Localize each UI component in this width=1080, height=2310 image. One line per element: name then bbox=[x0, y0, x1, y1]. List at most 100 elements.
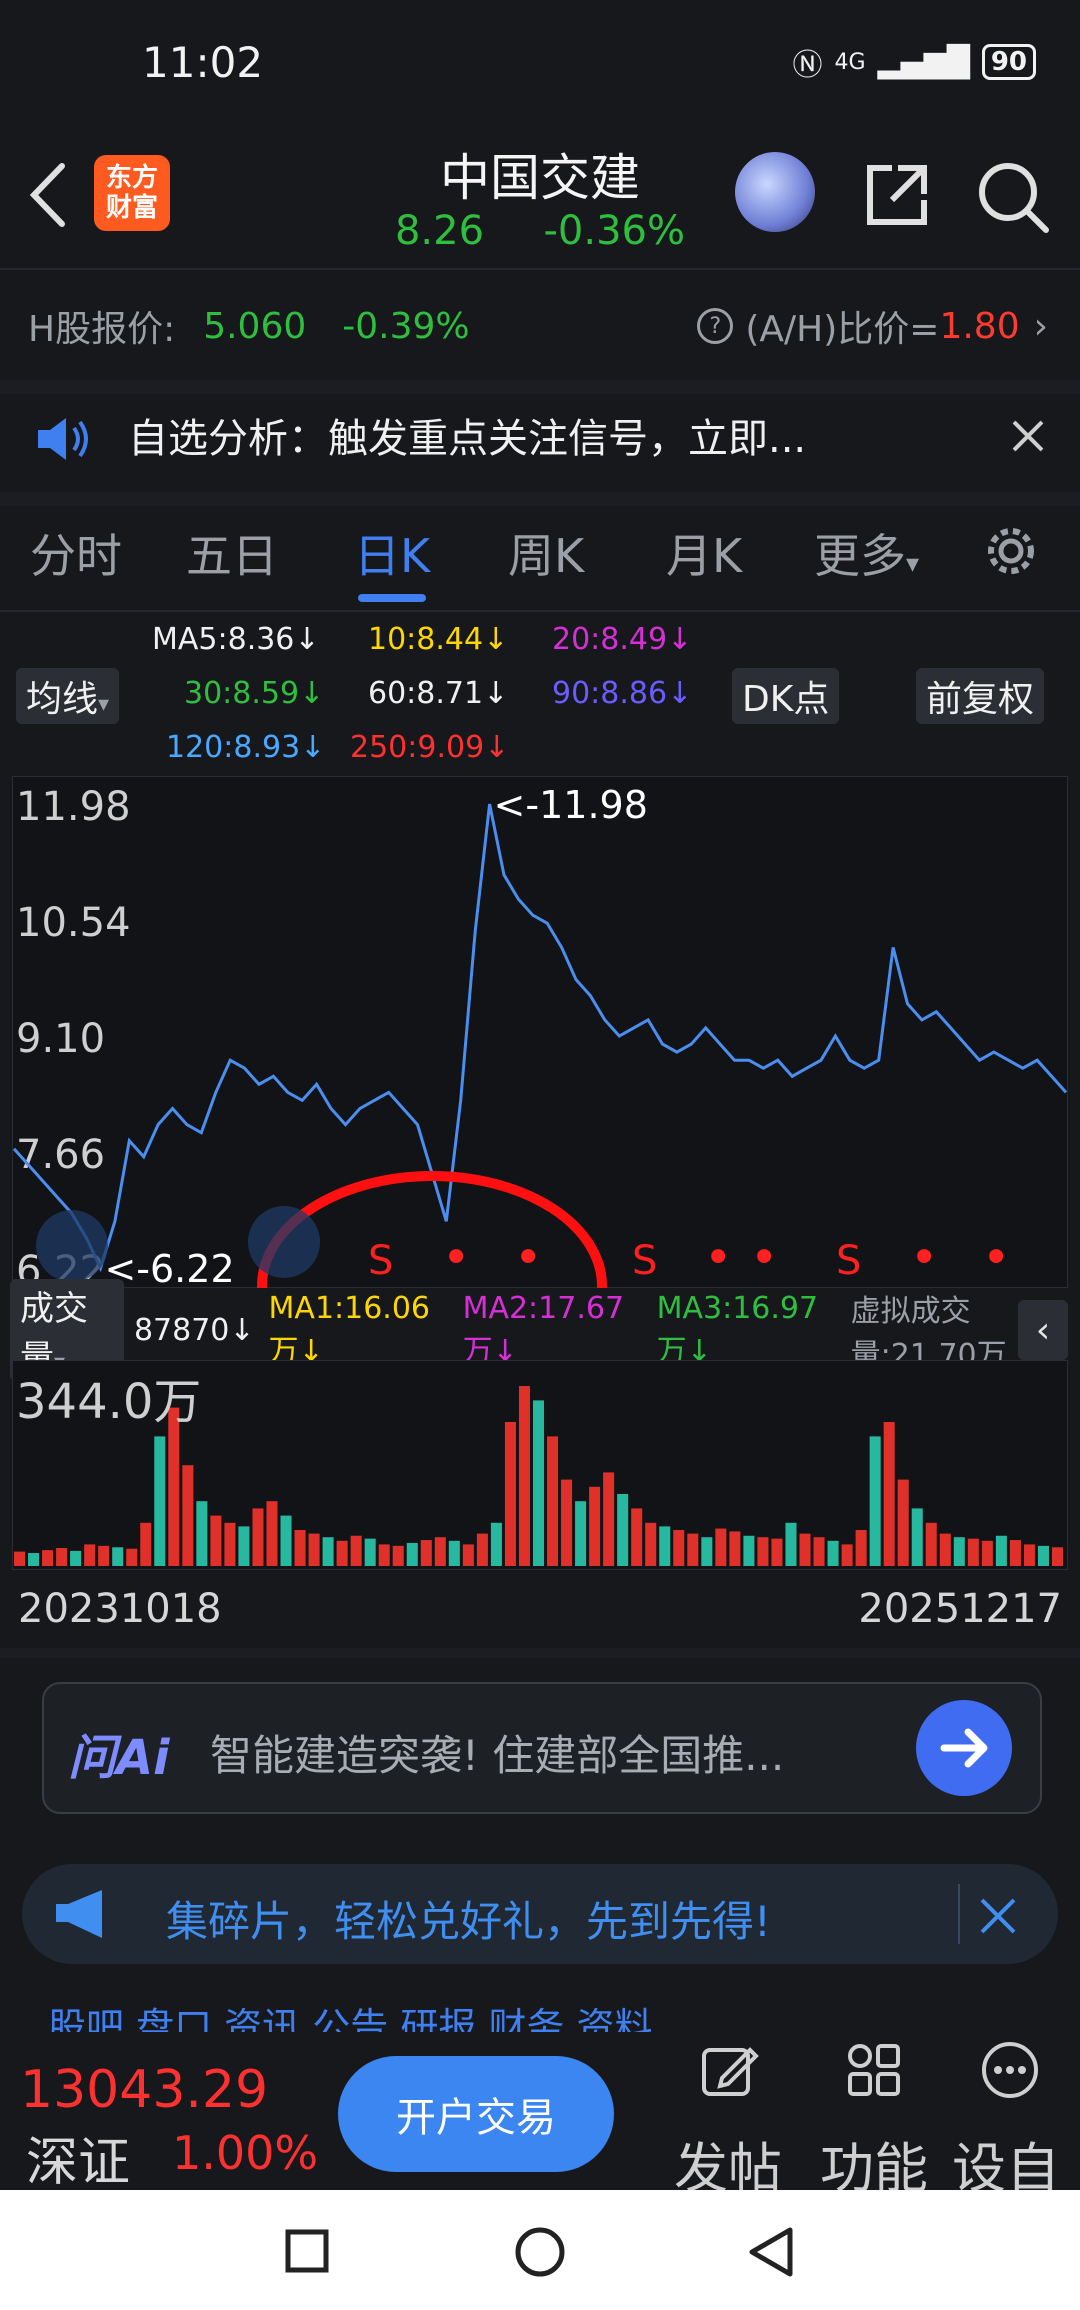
help-icon[interactable]: ? bbox=[697, 308, 734, 344]
volume-bar bbox=[434, 1537, 446, 1566]
dk-point-button[interactable]: DK点 bbox=[732, 668, 840, 724]
divider bbox=[0, 268, 1080, 270]
volume-bar bbox=[196, 1501, 208, 1566]
volume-bar bbox=[308, 1533, 320, 1566]
stock-change: -0.36% bbox=[543, 208, 685, 254]
sell-signal-marker: S bbox=[368, 1238, 393, 1284]
h-share-label: H股报价: bbox=[28, 309, 176, 350]
volume-bar bbox=[645, 1522, 657, 1566]
open-account-trade-button[interactable]: 开户交易 bbox=[338, 2056, 614, 2172]
fullscreen-icon[interactable] bbox=[248, 1206, 320, 1278]
ai-send-button[interactable] bbox=[916, 1700, 1012, 1796]
index-name[interactable]: 深证 bbox=[26, 2120, 130, 2195]
function-grid-icon[interactable] bbox=[844, 2040, 904, 2100]
expand-left-icon[interactable] bbox=[36, 1210, 108, 1282]
index-change: 1.00% bbox=[172, 2126, 319, 2180]
ah-ratio-value: 1.80 bbox=[939, 305, 1020, 347]
signal-dot-marker: • bbox=[442, 1230, 470, 1286]
collapse-chevron-icon[interactable]: ‹ bbox=[1018, 1300, 1068, 1360]
volume-bar bbox=[995, 1535, 1007, 1566]
adjust-price-button[interactable]: 前复权 bbox=[916, 668, 1045, 724]
speaker-icon bbox=[38, 418, 88, 460]
volume-bar bbox=[883, 1422, 895, 1566]
volume-value: 87870↓ bbox=[133, 1312, 255, 1348]
volume-bar bbox=[322, 1537, 334, 1566]
tab-monthly-k[interactable]: 月K bbox=[666, 520, 742, 586]
volume-bar bbox=[827, 1540, 839, 1566]
settings-gear-icon[interactable] bbox=[982, 522, 1040, 580]
ma-selector-button[interactable]: 均线▾ bbox=[16, 668, 120, 724]
close-icon[interactable] bbox=[978, 1896, 1018, 1936]
tab-weekly-k[interactable]: 周K bbox=[508, 520, 584, 586]
volume-bar bbox=[757, 1537, 769, 1566]
y-tick-label: 9.10 bbox=[16, 1016, 105, 1062]
volume-bar bbox=[518, 1386, 530, 1566]
index-value[interactable]: 13043.29 bbox=[20, 2060, 268, 2120]
post-icon[interactable] bbox=[700, 2040, 760, 2100]
volume-bar bbox=[56, 1548, 68, 1566]
volume-bar bbox=[126, 1548, 138, 1566]
robot-assistant-icon[interactable] bbox=[735, 152, 815, 232]
volume-bar bbox=[967, 1538, 979, 1566]
ma250-value: 250:9.09↓ bbox=[350, 730, 510, 765]
recent-apps-icon[interactable] bbox=[284, 2228, 330, 2274]
tab-daily-k[interactable]: 日K bbox=[354, 520, 430, 586]
search-icon[interactable] bbox=[976, 160, 1050, 234]
volume-bar bbox=[112, 1547, 124, 1566]
section-tabs-partial[interactable]: 股吧 盘口 资讯 公告 研报 财务 资料 bbox=[48, 1996, 652, 2032]
volume-bar bbox=[364, 1538, 376, 1566]
volume-bar bbox=[210, 1515, 222, 1566]
volume-bar bbox=[855, 1530, 867, 1566]
tab-intraday[interactable]: 分时 bbox=[30, 520, 122, 586]
caret-down-icon: ▾ bbox=[906, 549, 920, 579]
promo-text[interactable]: 集碎片，轻松兑好礼，先到先得! bbox=[166, 1888, 771, 1949]
tab-more[interactable]: 更多▾ bbox=[814, 520, 919, 586]
volume-ma3: MA3:16.97万↓ bbox=[656, 1290, 819, 1369]
volume-bar bbox=[378, 1544, 390, 1566]
price-chart[interactable]: 11.9810.549.107.666.22 <-11.98<-6.22 S••… bbox=[12, 776, 1068, 1288]
volume-bar bbox=[925, 1522, 937, 1566]
notice-text[interactable]: 自选分析：触发重点关注信号，立即... bbox=[128, 406, 806, 464]
signal-dot-marker: • bbox=[750, 1230, 778, 1286]
tab-more-label: 更多 bbox=[814, 529, 906, 583]
volume-bar bbox=[1051, 1547, 1063, 1566]
divider bbox=[0, 610, 1080, 612]
share-icon[interactable] bbox=[862, 160, 932, 230]
y-tick-label: 11.98 bbox=[16, 784, 131, 830]
signal-dot-marker: • bbox=[514, 1230, 542, 1286]
more-options-icon[interactable] bbox=[980, 2040, 1040, 2100]
volume-bar bbox=[168, 1407, 180, 1566]
ma-selector-label: 均线 bbox=[26, 679, 99, 720]
volume-bar bbox=[1009, 1540, 1021, 1566]
home-icon[interactable] bbox=[514, 2226, 566, 2278]
volume-bar bbox=[84, 1544, 96, 1566]
chart-frame bbox=[12, 776, 1068, 1288]
volume-bar bbox=[140, 1522, 152, 1566]
volume-legend: 成交量▾ 87870↓ MA1:16.06万↓ MA2:17.67万↓ MA3:… bbox=[0, 1279, 1080, 1381]
volume-bar bbox=[406, 1542, 418, 1566]
volume-bar bbox=[785, 1522, 797, 1566]
ah-ratio[interactable]: ? (A/H)比价= 1.80 › bbox=[697, 300, 1048, 352]
max-price-label: <-11.98 bbox=[494, 783, 648, 827]
back-nav-icon[interactable] bbox=[746, 2226, 796, 2278]
megaphone-icon bbox=[56, 1890, 102, 1938]
volume-bar bbox=[448, 1540, 460, 1566]
volume-bar bbox=[154, 1436, 166, 1566]
h-share-price: 5.060 bbox=[203, 305, 307, 347]
volume-bar bbox=[771, 1538, 783, 1566]
volume-max-tick: 344.0万 bbox=[16, 1374, 201, 1430]
volume-bar bbox=[532, 1400, 545, 1566]
volume-bar bbox=[182, 1465, 194, 1566]
sell-signal-marker: S bbox=[836, 1238, 861, 1284]
divider bbox=[958, 1884, 960, 1944]
ai-prompt-text[interactable]: 智能建造突袭! 住建部全国推... bbox=[210, 1722, 784, 1783]
date-start: 20231018 bbox=[18, 1586, 222, 1632]
signal-dot-marker: • bbox=[704, 1230, 732, 1286]
volume-chart[interactable]: 344.0万 bbox=[12, 1360, 1068, 1570]
close-icon[interactable] bbox=[1010, 418, 1046, 454]
sell-signal-marker: S bbox=[632, 1238, 657, 1284]
signal-icon: ▂▄▆█ bbox=[877, 44, 970, 80]
divider bbox=[0, 1648, 1080, 1658]
tab-five-day[interactable]: 五日 bbox=[186, 520, 278, 586]
volume-bar bbox=[294, 1530, 306, 1566]
